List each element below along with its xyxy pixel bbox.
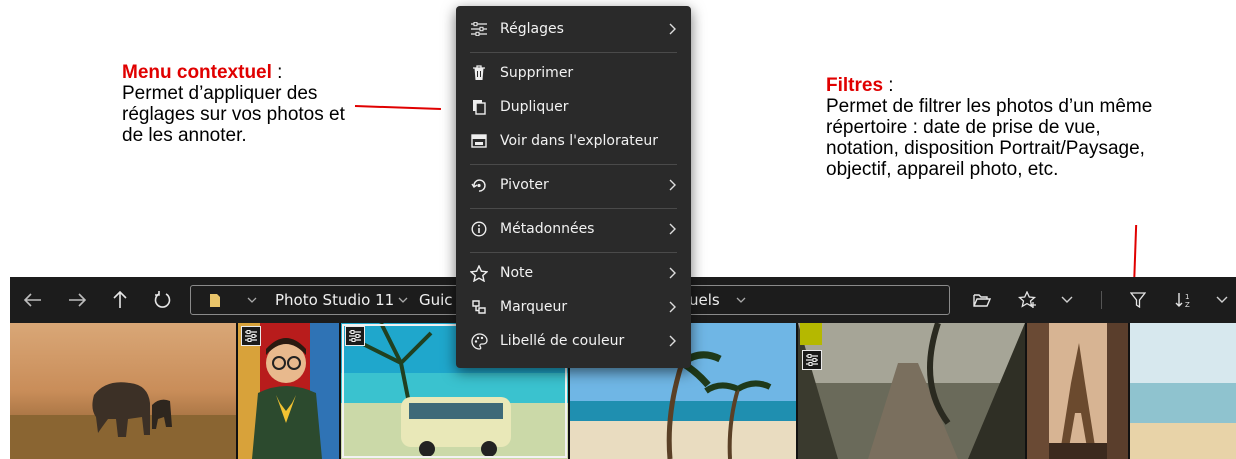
arrow-left-icon xyxy=(24,293,41,307)
thumbnail-eiffel[interactable] xyxy=(1027,323,1128,459)
annotation-title: Menu contextuel xyxy=(122,62,272,83)
menu-item-label: Métadonnées xyxy=(500,221,595,237)
back-button[interactable] xyxy=(18,277,48,323)
thumbnail-forest-stairs[interactable] xyxy=(798,323,1025,459)
chevron-right-icon xyxy=(669,179,676,191)
adjustment-badge xyxy=(345,326,365,346)
info-icon xyxy=(471,221,487,237)
chevron-down-icon[interactable] xyxy=(398,295,408,305)
star-icon xyxy=(470,264,488,282)
annotation-line: répertoire : date de prise de vue, xyxy=(826,117,1101,138)
sea-photo xyxy=(1130,323,1236,459)
sort-icon: 1Z xyxy=(1175,293,1190,308)
arrow-right-icon xyxy=(69,293,86,307)
chevron-down-icon[interactable] xyxy=(736,295,746,305)
chevron-right-icon xyxy=(669,23,676,35)
copy-icon xyxy=(473,100,486,115)
filters-annotation: Filtres : Permet de filtrer les photos d… xyxy=(826,75,1226,180)
filter-button[interactable] xyxy=(1124,277,1152,323)
folder-icon xyxy=(210,294,220,307)
menu-separator xyxy=(470,252,677,253)
sort-dropdown[interactable] xyxy=(1212,277,1232,323)
thumbnail-sea[interactable] xyxy=(1130,323,1236,459)
annotation-line: objectif, appareil photo, etc. xyxy=(826,159,1059,180)
chevron-right-icon xyxy=(669,267,676,279)
menu-item-label: Réglages xyxy=(500,21,564,37)
chevron-down-icon xyxy=(247,297,257,303)
chevron-right-icon xyxy=(669,335,676,347)
menu-item-label: Dupliquer xyxy=(500,99,569,115)
arrow-up-icon xyxy=(113,291,127,308)
open-folder-icon xyxy=(973,293,991,307)
favorites-dropdown[interactable] xyxy=(1057,277,1077,323)
thumbnail-elephants[interactable] xyxy=(10,323,236,459)
marker-icon xyxy=(472,300,486,314)
menu-item-reglages[interactable]: Réglages xyxy=(456,12,691,46)
forward-button[interactable] xyxy=(62,277,92,323)
chevron-right-icon xyxy=(669,223,676,235)
menu-separator xyxy=(470,164,677,165)
chevron-down-icon xyxy=(1216,296,1228,303)
menu-item-label: Voir dans l'explorateur xyxy=(500,133,659,149)
explorer-icon xyxy=(471,134,487,148)
star-plus-icon xyxy=(1018,291,1037,308)
adjustment-badge xyxy=(241,326,261,346)
annotation-line: Permet d’appliquer des xyxy=(122,83,318,104)
menu-separator xyxy=(470,52,677,53)
breadcrumb-item[interactable]: Photo Studio 11 xyxy=(275,286,394,314)
menu-item-metadonnees[interactable]: Métadonnées xyxy=(456,212,691,246)
refresh-icon xyxy=(154,291,171,308)
up-button[interactable] xyxy=(105,277,135,323)
color-label-chip xyxy=(800,323,822,345)
sliders-icon xyxy=(806,354,818,366)
annotation-title: Filtres xyxy=(826,75,884,96)
sliders-icon xyxy=(349,330,361,342)
annotation-line: Permet de filtrer les photos d’un même xyxy=(826,96,1153,117)
annotation-title-suffix: : xyxy=(271,62,283,83)
menu-item-label: Libellé de couleur xyxy=(500,333,625,349)
svg-text:Z: Z xyxy=(1185,301,1190,308)
adjustment-badge xyxy=(802,350,822,370)
sort-button[interactable]: 1Z xyxy=(1170,277,1198,323)
menu-item-libelle-couleur[interactable]: Libellé de couleur xyxy=(456,324,691,358)
chevron-right-icon xyxy=(669,301,676,313)
eiffel-photo xyxy=(1027,323,1128,459)
menu-item-label: Supprimer xyxy=(500,65,574,81)
menu-item-pivoter[interactable]: Pivoter xyxy=(456,168,691,202)
trash-icon xyxy=(473,65,485,80)
menu-item-dupliquer[interactable]: Dupliquer xyxy=(456,90,691,124)
palette-icon xyxy=(470,332,488,350)
sliders-icon xyxy=(471,22,487,36)
context-menu-callout-line xyxy=(354,105,441,111)
filter-icon xyxy=(1130,292,1146,308)
annotation-line: réglages sur vos photos et xyxy=(122,104,345,125)
menu-item-label: Note xyxy=(500,265,534,281)
menu-item-label: Marqueur xyxy=(500,299,568,315)
menu-item-voir-explorateur[interactable]: Voir dans l'explorateur xyxy=(456,124,691,158)
annotation-line: notation, disposition Portrait/Paysage, xyxy=(826,138,1145,159)
thumbnail-child[interactable] xyxy=(238,323,339,459)
annotation-title-suffix: : xyxy=(883,75,894,96)
forest-stairs-photo xyxy=(798,323,1025,459)
menu-separator xyxy=(470,208,677,209)
toolbar-divider xyxy=(1101,291,1102,309)
elephant-photo xyxy=(10,323,236,459)
context-menu: Réglages Supprimer Dupliquer Voir dans l… xyxy=(456,6,691,368)
favorites-button[interactable] xyxy=(1014,277,1042,323)
chevron-down-icon xyxy=(1061,296,1073,303)
rotate-icon xyxy=(471,179,486,192)
menu-item-note[interactable]: Note xyxy=(456,256,691,290)
context-menu-annotation: Menu contextuel : Permet d’appliquer des… xyxy=(122,62,362,146)
breadcrumb-item[interactable]: Guic xyxy=(419,286,453,314)
menu-item-supprimer[interactable]: Supprimer xyxy=(456,56,691,90)
sliders-icon xyxy=(245,330,257,342)
refresh-button[interactable] xyxy=(148,277,178,323)
menu-item-marqueur[interactable]: Marqueur xyxy=(456,290,691,324)
breadcrumb-item[interactable]: uels xyxy=(689,286,720,314)
open-folder-button[interactable] xyxy=(968,277,996,323)
annotation-line: de les annoter. xyxy=(122,125,247,146)
svg-text:1: 1 xyxy=(1185,293,1189,301)
menu-item-label: Pivoter xyxy=(500,177,549,193)
